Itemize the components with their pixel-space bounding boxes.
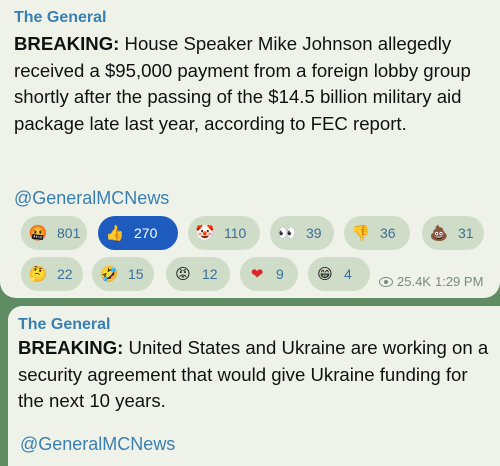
breaking-label: BREAKING: — [18, 337, 124, 358]
channel-name[interactable]: The General — [18, 316, 110, 334]
reaction-button[interactable]: 👎 36 — [344, 216, 410, 250]
reaction-button[interactable]: 🤔 22 — [21, 257, 83, 291]
reaction-button[interactable]: ❤ 9 — [240, 257, 298, 291]
message-text: BREAKING: United States and Ukraine are … — [18, 335, 498, 415]
channel-name[interactable]: The General — [14, 9, 106, 27]
reaction-button[interactable]: 👀 39 — [270, 216, 334, 250]
reaction-button-selected[interactable]: 👍 270 — [98, 216, 178, 250]
message-bubble-1: The General BREAKING: House Speaker Mike… — [0, 0, 500, 298]
reaction-button[interactable]: 🤣 15 — [92, 257, 154, 291]
reaction-button[interactable]: 😡 12 — [166, 257, 230, 291]
reaction-count: 801 — [57, 225, 81, 241]
heart-icon: ❤ — [250, 266, 264, 283]
message-time: 1:29 PM — [434, 274, 484, 289]
message-text: BREAKING: House Speaker Mike Johnson all… — [14, 31, 494, 137]
thumbs-up-icon: 👍 — [105, 225, 125, 242]
grinning-face-icon: 😁 — [317, 266, 333, 283]
poop-icon: 💩 — [429, 225, 449, 242]
reaction-button[interactable]: 😁 4 — [308, 257, 370, 291]
reaction-count: 39 — [306, 225, 322, 241]
reaction-count: 270 — [134, 225, 158, 241]
clown-face-icon: 🤡 — [195, 225, 215, 242]
reaction-count: 9 — [276, 266, 284, 282]
reaction-button[interactable]: 💩 31 — [422, 216, 484, 250]
eyes-icon: 👀 — [277, 225, 297, 242]
rofl-face-icon: 🤣 — [99, 266, 119, 283]
reaction-button[interactable]: 🤬 801 — [21, 216, 87, 250]
thinking-face-icon: 🤔 — [28, 266, 48, 283]
message-meta: 25.4K 1:29 PM — [379, 274, 483, 289]
reaction-count: 22 — [57, 266, 73, 282]
reaction-count: 31 — [458, 225, 474, 241]
view-count: 25.4K — [397, 274, 431, 289]
reaction-button[interactable]: 🤡 110 — [188, 216, 260, 250]
angry-face-icon: 😡 — [175, 266, 191, 283]
breaking-label: BREAKING: — [14, 33, 120, 54]
eye-icon — [379, 276, 393, 287]
thumbs-down-icon: 👎 — [351, 225, 371, 242]
reaction-count: 12 — [202, 266, 218, 282]
reaction-count: 110 — [224, 225, 247, 241]
angry-cursing-face-icon: 🤬 — [28, 225, 48, 242]
channel-handle-link[interactable]: @GeneralMCNews — [20, 434, 175, 455]
reaction-count: 4 — [344, 266, 352, 282]
reaction-count: 36 — [380, 225, 396, 241]
channel-handle-link[interactable]: @GeneralMCNews — [14, 188, 169, 209]
reaction-count: 15 — [128, 266, 144, 282]
